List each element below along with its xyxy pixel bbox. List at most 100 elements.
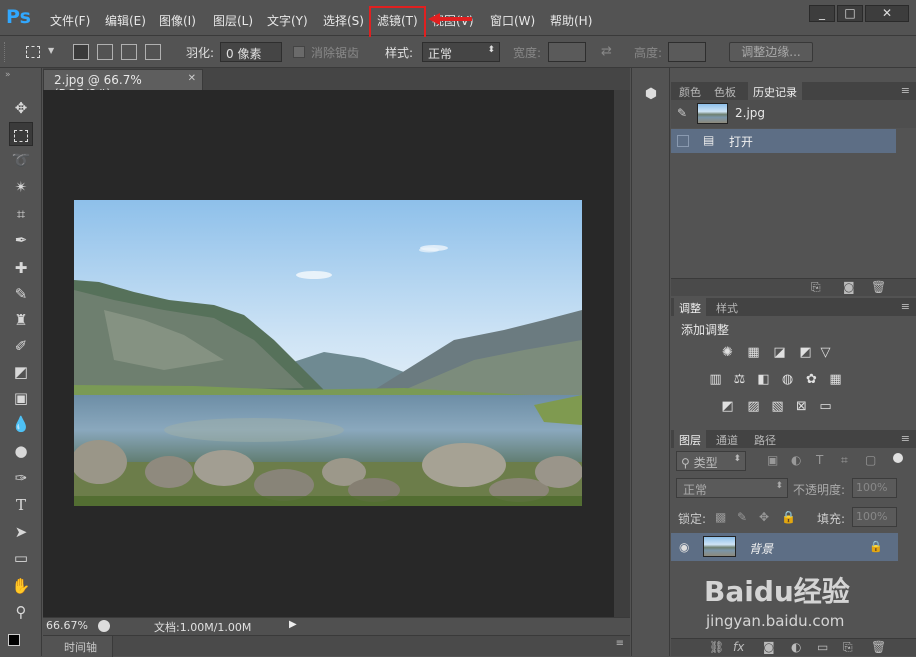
maximize-button[interactable]: □ [837, 5, 863, 22]
document-tab[interactable]: 2.jpg @ 66.7%(RGB/8#) ✕ [43, 69, 203, 101]
brush-tool-icon[interactable]: ✎ [9, 282, 33, 306]
levels-icon[interactable]: ▦ [745, 345, 762, 360]
panel-menu-icon[interactable]: ≡ [901, 84, 910, 97]
opacity-input[interactable]: 100% [852, 478, 897, 498]
menu-edit[interactable]: 编辑(E) [105, 12, 146, 29]
invert-icon[interactable]: ◩ [719, 399, 736, 414]
move-tool-icon[interactable]: ✥ [9, 96, 33, 120]
menu-help[interactable]: 帮助(H) [550, 12, 592, 29]
blend-mode-select[interactable]: 正常 ⬍ [676, 478, 788, 498]
new-selection-icon[interactable] [73, 44, 89, 60]
color-lookup-icon[interactable]: ▦ [827, 372, 844, 387]
panel-menu-icon[interactable]: ≡ [901, 300, 910, 313]
new-layer-icon[interactable]: ⎘ [843, 640, 853, 655]
collapse-icon[interactable]: » [5, 70, 11, 80]
dodge-tool-icon[interactable]: ● [9, 439, 33, 463]
shape-filter-icon[interactable]: ⌗ [841, 453, 848, 468]
menu-layer[interactable]: 图层(L) [213, 12, 253, 29]
chevron-down-icon[interactable]: ▼ [48, 46, 54, 55]
lock-transparent-icon[interactable]: ▩ [715, 510, 726, 524]
eyedropper-icon[interactable]: ✒ [9, 228, 33, 252]
fill-input[interactable]: 100% [852, 507, 897, 527]
group-folder-icon[interactable]: ▭ [817, 640, 828, 654]
status-menu-arrow-icon[interactable]: ▶ [289, 619, 301, 630]
selective-color-icon[interactable]: ⊠ [793, 399, 810, 414]
channel-mixer-icon[interactable]: ✿ [803, 372, 820, 387]
filter-toggle-icon[interactable] [893, 453, 903, 463]
type-filter-icon[interactable]: T [816, 453, 823, 467]
blur-tool-icon[interactable]: 💧 [9, 412, 33, 436]
posterize-icon[interactable]: ▨ [745, 399, 762, 414]
tab-styles[interactable]: 样式 [711, 298, 743, 316]
menu-image[interactable]: 图像(I) [159, 12, 196, 29]
close-tab-icon[interactable]: ✕ [188, 73, 196, 84]
vertical-scrollbar[interactable] [614, 90, 630, 617]
intersect-selection-icon[interactable] [145, 44, 161, 60]
grip-handle[interactable] [4, 42, 8, 62]
new-document-icon[interactable]: ⎘ [811, 280, 821, 295]
mask-icon[interactable]: ◙ [763, 640, 775, 654]
close-button[interactable]: ✕ [865, 5, 909, 22]
trash-icon[interactable]: 🗑 [871, 280, 886, 294]
photo-filter-icon[interactable]: ◍ [779, 372, 796, 387]
menu-select[interactable]: 选择(S) [323, 12, 364, 29]
path-select-icon[interactable]: ➤ [9, 520, 33, 544]
height-input[interactable] [668, 42, 706, 62]
minimize-button[interactable]: _ [809, 5, 835, 22]
marquee-tool-icon[interactable] [9, 122, 33, 146]
panel-menu-icon[interactable]: ≡ [616, 638, 624, 649]
lock-pixels-icon[interactable]: ✎ [737, 510, 747, 524]
add-selection-icon[interactable] [97, 44, 113, 60]
antialias-checkbox[interactable] [293, 46, 305, 58]
tab-history[interactable]: 历史记录 [748, 82, 802, 100]
color-balance-icon[interactable]: ⚖ [731, 372, 748, 387]
style-select[interactable]: 正常 ⬍ [422, 42, 500, 62]
trash-icon[interactable]: 🗑 [871, 640, 886, 654]
curves-icon[interactable]: ◪ [771, 345, 788, 360]
layer-row[interactable]: ◉ 背景 🔒 [671, 533, 898, 561]
clone-stamp-icon[interactable]: ♜ [9, 308, 33, 332]
history-step-row[interactable]: ▤ 打开 [671, 129, 896, 153]
subtract-selection-icon[interactable] [121, 44, 137, 60]
swap-icon[interactable]: ⇄ [601, 44, 612, 59]
tab-layers[interactable]: 图层 [674, 430, 706, 448]
type-tool-icon[interactable]: T [9, 493, 33, 517]
marquee-preset-icon[interactable] [26, 46, 40, 58]
black-white-icon[interactable]: ◧ [755, 372, 772, 387]
eye-icon[interactable]: ◉ [679, 540, 689, 554]
fx-icon[interactable]: fx [733, 640, 744, 654]
lock-all-icon[interactable]: 🔒 [781, 510, 796, 524]
feather-input[interactable]: 0 像素 [220, 42, 282, 62]
link-layers-icon[interactable]: ⛓ [709, 640, 724, 654]
canvas-area[interactable] [43, 90, 614, 617]
tab-adjustments[interactable]: 调整 [674, 298, 706, 316]
gradient-icon[interactable]: ▣ [9, 386, 33, 410]
status-info-icon[interactable] [98, 620, 110, 632]
foreground-color-swatch[interactable] [8, 634, 20, 646]
lasso-tool-icon[interactable]: ➰ [9, 148, 33, 172]
landscape-photo[interactable] [74, 200, 582, 506]
gradient-map-icon[interactable]: ▭ [817, 399, 834, 414]
threshold-icon[interactable]: ▧ [769, 399, 786, 414]
exposure-icon[interactable]: ◩ [797, 345, 814, 360]
history-snapshot-row[interactable]: ✎ 2.jpg [671, 100, 916, 128]
healing-brush-icon[interactable]: ✚ [9, 256, 33, 280]
zoom-level[interactable]: 66.67% [46, 619, 88, 632]
camera-icon[interactable]: ◙ [843, 280, 855, 294]
hue-saturation-icon[interactable]: ▥ [707, 372, 724, 387]
3d-cube-icon[interactable]: ⬢ [641, 86, 661, 106]
history-brush-icon[interactable]: ✐ [9, 334, 33, 358]
pen-tool-icon[interactable]: ✑ [9, 466, 33, 490]
eraser-icon[interactable]: ◩ [9, 360, 33, 384]
adjustment-filter-icon[interactable]: ◐ [791, 453, 801, 467]
tab-channels[interactable]: 通道 [711, 430, 743, 448]
tab-color[interactable]: 颜色 [674, 82, 706, 100]
lock-position-icon[interactable]: ✥ [759, 510, 769, 524]
layer-filter-select[interactable]: ⚲ 类型 ⬍ [676, 451, 746, 471]
step-checkbox[interactable] [677, 135, 689, 147]
panel-menu-icon[interactable]: ≡ [901, 432, 910, 445]
pixel-filter-icon[interactable]: ▣ [767, 453, 778, 467]
magic-wand-icon[interactable]: ✴ [9, 175, 33, 199]
vibrance-icon[interactable]: ▽ [817, 345, 834, 360]
tab-paths[interactable]: 路径 [749, 430, 781, 448]
